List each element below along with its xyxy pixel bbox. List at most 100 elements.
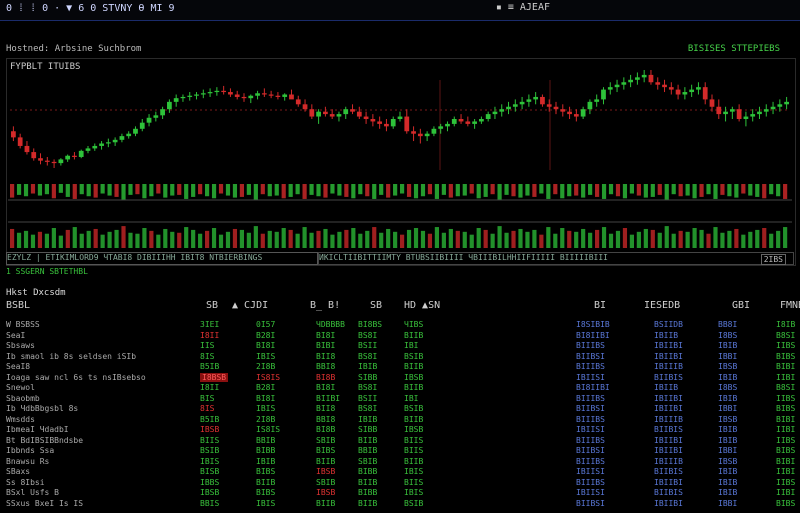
volume-bar-lower	[267, 230, 272, 248]
row-value: BIBB	[358, 467, 378, 476]
volume-bar-upper	[643, 184, 648, 198]
candle	[770, 101, 776, 115]
volume-bar-upper	[65, 184, 70, 197]
table-row[interactable]: SSxus BxeI Is IS BBIS IBIS BIIB BIIB BSIB BIIB…	[0, 499, 800, 513]
row-value: I8IB	[776, 320, 796, 329]
volume-bar-lower	[205, 230, 210, 248]
column-header[interactable]: BSBL	[6, 300, 30, 311]
column-header[interactable]: SB	[370, 300, 382, 311]
volume-bar-lower	[23, 230, 29, 248]
candle	[309, 104, 315, 119]
row-value: IBIS	[404, 488, 424, 497]
volume-bar-lower	[358, 233, 363, 248]
row-value: BIBI	[776, 362, 796, 371]
volume-bar-lower	[239, 229, 244, 248]
row-value: BIIIBS	[576, 393, 605, 403]
volume-bar-lower	[379, 232, 384, 248]
candle-body	[784, 101, 789, 105]
candle-body	[126, 133, 132, 137]
corner-badge[interactable]: 2IBS	[760, 254, 786, 265]
row-value: IBSB	[718, 414, 738, 424]
candle-body	[506, 106, 511, 110]
candle-body	[770, 106, 776, 110]
row-value: BIIIBS	[576, 341, 605, 350]
volume-bar-upper	[678, 184, 683, 197]
volume-bar-lower	[351, 228, 356, 248]
volume-bar-lower	[762, 228, 767, 248]
candle	[723, 106, 728, 122]
row-name: IbmeaI ЧdadbI	[6, 425, 69, 434]
candle-body	[607, 87, 613, 90]
candle-body	[24, 145, 30, 153]
candlestick-chart[interactable]	[0, 0, 800, 270]
row-value: BIIB	[256, 477, 276, 487]
row-value: IBIIIB	[654, 456, 683, 466]
volume-bar-lower	[504, 232, 509, 248]
candle	[553, 101, 559, 115]
candle	[11, 126, 16, 142]
volume-bar-upper	[309, 184, 314, 195]
column-header[interactable]: FMNB	[780, 300, 800, 311]
candle-body	[533, 96, 539, 100]
candle	[255, 90, 260, 100]
volume-bar-upper	[163, 184, 168, 198]
candle-body	[31, 152, 37, 159]
row-value: I8II	[200, 383, 220, 392]
row-value: BI8I	[316, 383, 336, 392]
candle-body	[58, 159, 64, 164]
volume-bar-upper	[441, 184, 446, 195]
row-value: BIIB	[316, 456, 336, 466]
volume-bar-upper	[769, 184, 774, 195]
candle-body	[750, 114, 756, 117]
volume-bar-lower	[316, 230, 321, 248]
volume-bar-lower	[198, 233, 203, 248]
candle	[601, 87, 606, 105]
column-header[interactable]: HD ▲SN	[404, 300, 440, 311]
candle-body	[173, 98, 179, 102]
volume-bar-lower	[225, 231, 231, 248]
candle	[560, 104, 566, 117]
candle	[105, 138, 111, 148]
column-header[interactable]: BI	[594, 300, 606, 311]
volume-bar-upper	[727, 184, 732, 197]
row-value: IBSB	[200, 488, 220, 497]
volume-bar-upper	[706, 184, 711, 195]
row-value: BIBS	[256, 488, 276, 497]
volume-bar-lower	[525, 231, 530, 248]
row-value: BIBS	[776, 351, 796, 361]
volume-bar-lower	[755, 229, 760, 248]
candle-body	[519, 101, 525, 105]
volume-bar-upper	[699, 184, 704, 197]
column-header[interactable]: B_ B!	[310, 300, 340, 311]
candle-body	[546, 104, 552, 107]
candle-body	[485, 114, 491, 119]
candle-body	[323, 111, 328, 115]
candle	[587, 99, 593, 115]
candle	[445, 121, 450, 132]
candle	[85, 145, 91, 154]
volume-bar-upper	[177, 184, 182, 195]
row-value: BI8I	[256, 393, 276, 403]
column-header[interactable]: GBI	[732, 300, 750, 311]
candle	[411, 126, 416, 142]
column-header[interactable]: ▲ CJDI	[232, 300, 268, 311]
volume-bar-upper	[358, 184, 363, 195]
volume-bar-upper	[281, 184, 286, 199]
row-value: IBI	[404, 341, 419, 350]
volume-bar-upper	[525, 184, 530, 196]
row-name: Wmsdds	[6, 414, 35, 424]
volume-bar-lower	[170, 231, 175, 248]
candle	[234, 90, 240, 100]
candle	[635, 72, 640, 85]
volume-bar-lower	[588, 232, 593, 248]
candle-body	[465, 121, 471, 124]
column-header[interactable]: SB	[206, 300, 218, 311]
row-value: I8BS	[718, 330, 738, 340]
volume-bar-upper	[10, 184, 15, 198]
volume-bar-lower	[274, 231, 279, 248]
column-header[interactable]: IESEDB	[644, 300, 680, 311]
row-value: IBBI	[718, 351, 738, 361]
volume-bar-lower	[413, 228, 419, 248]
volume-bar-lower	[595, 229, 600, 248]
candle-body	[763, 109, 769, 112]
